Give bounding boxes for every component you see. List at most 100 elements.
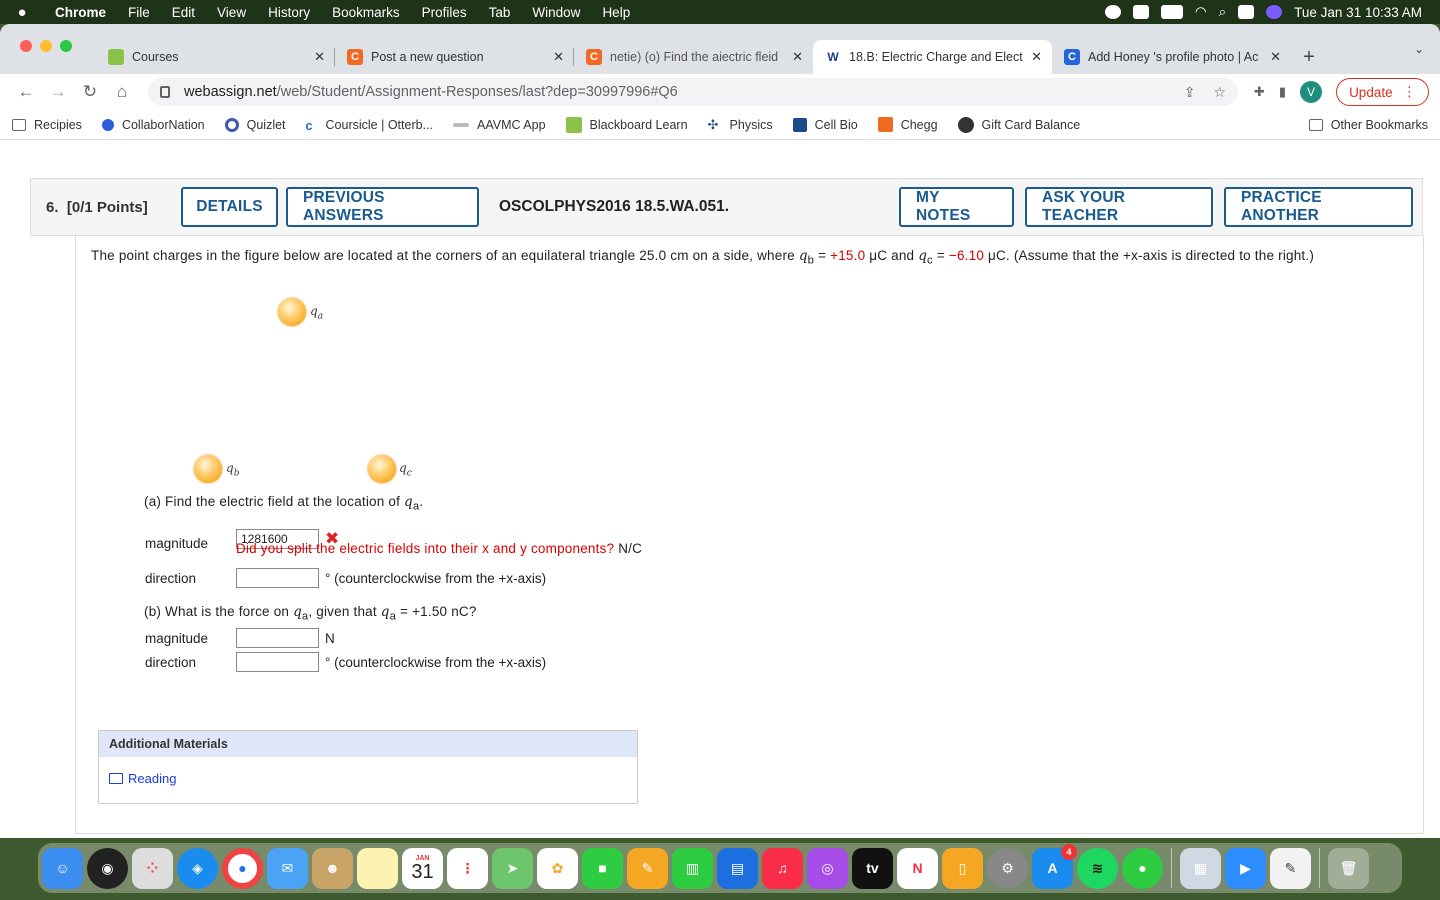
other-bookmarks[interactable]: Other Bookmarks (1308, 118, 1428, 132)
app-store-icon[interactable]: A4 (1032, 843, 1077, 889)
pages-icon[interactable]: ✎ (627, 847, 668, 889)
zoom-window-icon[interactable] (60, 40, 72, 52)
problem-text: μC and (865, 248, 919, 263)
practice-another-button[interactable]: PRACTICE ANOTHER (1224, 187, 1413, 227)
books-icon[interactable]: ▯ (942, 847, 983, 889)
forward-arrow-icon[interactable]: → (42, 82, 74, 102)
macos-menubar: ● Chrome File Edit View History Bookmark… (0, 0, 1440, 24)
address-bar[interactable]: webassign.net/web/Student/Assignment-Res… (148, 78, 1238, 106)
podcasts-icon[interactable]: ◎ (807, 847, 848, 889)
share-icon[interactable]: ⇪ (1184, 84, 1196, 101)
bookmark-physics[interactable]: ✣ Physics (708, 118, 773, 132)
bookmark-recipies[interactable]: Recipies (12, 118, 82, 132)
tab-courses[interactable]: Courses ✕ (96, 40, 335, 74)
zoom-icon[interactable]: ▶ (1225, 847, 1266, 889)
part-b-magnitude-input[interactable] (236, 628, 319, 648)
facetime-icon[interactable]: ■ (582, 847, 623, 889)
tab-close-icon[interactable]: ✕ (792, 49, 803, 65)
launchpad-icon[interactable]: ⁘ (132, 847, 173, 889)
tab-close-icon[interactable]: ✕ (1031, 49, 1042, 65)
tab-close-icon[interactable]: ✕ (314, 49, 325, 65)
menu-history[interactable]: History (257, 5, 321, 20)
photos-icon[interactable]: ✿ (537, 847, 578, 889)
menu-profiles[interactable]: Profiles (411, 5, 478, 20)
minimize-window-icon[interactable] (40, 40, 52, 52)
bookmark-aavmc[interactable]: AAVMC App (452, 118, 546, 132)
menu-file[interactable]: File (117, 5, 161, 20)
bookmark-chegg[interactable]: Chegg (877, 117, 938, 132)
textedit-document-icon[interactable]: ✎ (1270, 847, 1311, 889)
chrome-icon[interactable]: ● (222, 847, 263, 889)
side-panel-icon[interactable]: ▮ (1279, 84, 1286, 100)
reminders-icon[interactable]: ⋮ (447, 847, 488, 889)
tab-close-icon[interactable]: ✕ (553, 49, 564, 65)
bookmark-star-icon[interactable]: ☆ (1213, 84, 1226, 101)
home-icon[interactable]: ⌂ (106, 82, 138, 102)
tab-search-chevron-icon[interactable]: ⌄ (1414, 42, 1424, 56)
tab-post-question[interactable]: C Post a new question ✕ (335, 40, 574, 74)
menu-view[interactable]: View (206, 5, 257, 20)
maps-icon[interactable]: ➤ (492, 847, 533, 889)
tab-electric-charge[interactable]: W 18.B: Electric Charge and Elect ✕ (813, 40, 1052, 74)
previous-answers-button[interactable]: PREVIOUS ANSWERS (286, 187, 479, 227)
screen-record-icon[interactable] (1132, 5, 1149, 19)
contacts-icon[interactable]: ☻ (312, 847, 353, 889)
profile-avatar[interactable]: V (1300, 81, 1323, 103)
siri-icon[interactable]: ◉ (87, 847, 128, 889)
menu-help[interactable]: Help (591, 5, 641, 20)
safari-icon[interactable]: ◈ (177, 847, 218, 889)
news-icon[interactable]: N (897, 847, 938, 889)
new-tab-icon[interactable]: + (1291, 40, 1327, 74)
problem-statement: The point charges in the figure below ar… (91, 244, 1391, 273)
wifi-icon[interactable]: ◠ (1195, 4, 1207, 20)
siri-icon[interactable] (1266, 5, 1283, 19)
messages-icon[interactable]: ● (1122, 847, 1163, 889)
menu-edit[interactable]: Edit (161, 5, 206, 20)
part-b-direction-input[interactable] (236, 652, 319, 672)
var-q: q (798, 248, 808, 264)
trash-icon[interactable]: 🗑 (1328, 847, 1369, 889)
reload-icon[interactable]: ↻ (74, 82, 106, 102)
battery-icon[interactable] (1160, 5, 1183, 19)
menubar-clock[interactable]: Tue Jan 31 10:33 AM (1294, 5, 1422, 20)
menu-tab[interactable]: Tab (478, 5, 522, 20)
apple-menu-icon[interactable]: ● (0, 4, 44, 21)
menu-bookmarks[interactable]: Bookmarks (321, 5, 411, 20)
details-button[interactable]: DETAILS (181, 187, 278, 227)
keynote-icon[interactable]: ▤ (717, 847, 758, 889)
calendar-icon[interactable]: JAN 31 (402, 847, 443, 889)
close-window-icon[interactable] (20, 40, 32, 52)
bookmark-coursicle[interactable]: c Coursicle | Otterb... (306, 118, 433, 133)
direction-unit: ° (counterclockwise from the +x-axis) (325, 570, 547, 586)
bookmark-collabornation[interactable]: CollaborNation (101, 118, 205, 132)
tab-find-electric-field[interactable]: C netie) (o) Find the aiectric fleid ✕ (574, 40, 813, 74)
screenshot-folder-icon[interactable]: ▦ (1180, 847, 1221, 889)
reading-link[interactable]: Reading (99, 757, 637, 800)
part-a-direction-input[interactable] (236, 568, 319, 588)
bookmark-blackboard[interactable]: Blackboard Learn (565, 116, 688, 133)
numbers-icon[interactable]: ▥ (672, 847, 713, 889)
control-center-icon[interactable] (1238, 5, 1255, 19)
finder-icon[interactable]: ☺ (42, 847, 83, 889)
tab-close-icon[interactable]: ✕ (1270, 49, 1281, 65)
mail-icon[interactable]: ✉ (267, 847, 308, 889)
menu-window[interactable]: Window (521, 5, 591, 20)
extensions-puzzle-icon[interactable]: ✚ (1254, 84, 1265, 100)
ask-teacher-button[interactable]: ASK YOUR TEACHER (1025, 187, 1213, 227)
my-notes-button[interactable]: MY NOTES (899, 187, 1014, 227)
spotlight-search-icon[interactable]: ⌕ (1219, 4, 1227, 20)
menu-app-name[interactable]: Chrome (44, 5, 117, 20)
spotify-icon[interactable]: ≋ (1077, 847, 1118, 889)
music-icon[interactable]: ♫ (762, 847, 803, 889)
back-arrow-icon[interactable]: ← (10, 82, 42, 102)
bookmark-cell-bio[interactable]: Cell Bio (792, 117, 858, 132)
apple-tv-icon[interactable]: tv (852, 847, 893, 889)
notes-icon[interactable] (357, 847, 398, 889)
tab-add-profile-photo[interactable]: C Add Honey 's profile photo | Ac ✕ (1052, 40, 1291, 74)
bookmark-gift-card[interactable]: Gift Card Balance (957, 116, 1080, 133)
update-button[interactable]: Update ⋮ (1336, 78, 1430, 106)
system-preferences-icon[interactable]: ⚙ (987, 847, 1028, 889)
grammarly-status-icon[interactable] (1104, 5, 1121, 19)
lock-icon[interactable] (160, 86, 170, 98)
bookmark-quizlet[interactable]: Quizlet (224, 117, 286, 132)
